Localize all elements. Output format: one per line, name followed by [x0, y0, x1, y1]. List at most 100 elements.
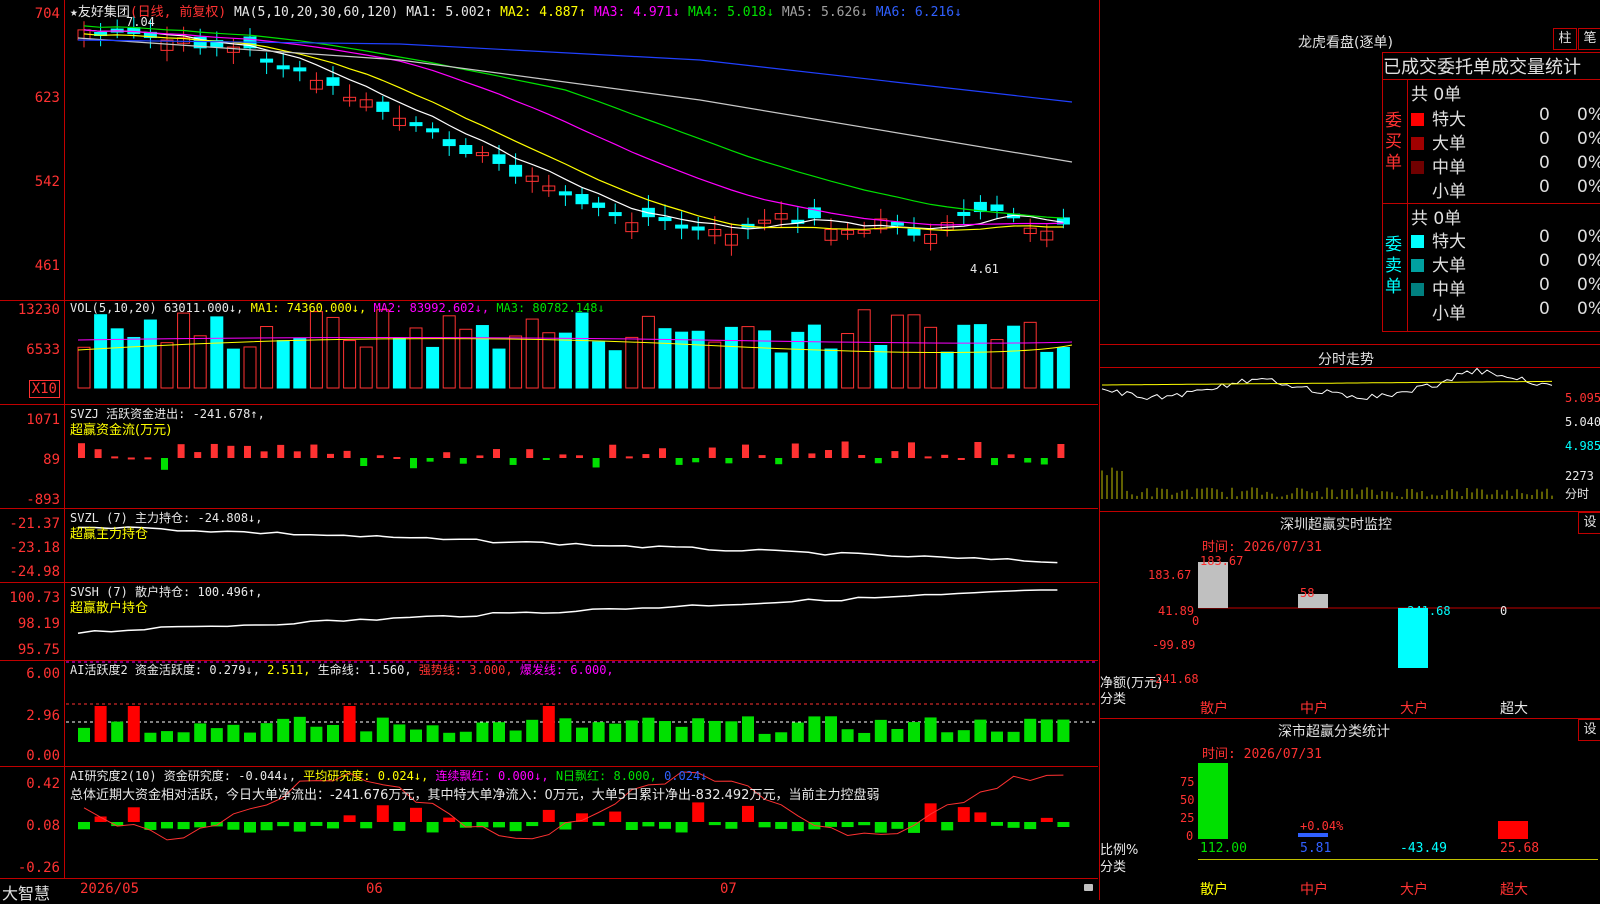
- research-bar: [78, 822, 90, 830]
- active-bar: [493, 722, 505, 742]
- volume-chart[interactable]: [0, 300, 1098, 404]
- intraday-chart[interactable]: [1100, 345, 1600, 511]
- active-bar: [692, 718, 705, 742]
- flow-bar: [443, 452, 451, 458]
- flow-bar: [360, 458, 368, 467]
- buy-row-color: [1411, 185, 1424, 198]
- buy-row-pct: 0%: [1577, 153, 1600, 173]
- svsh-pane[interactable]: 100.73 98.19 95.75 SVSH (7) 散户持仓: 100.49…: [0, 582, 1098, 661]
- ai-research-last: 0.024↓: [664, 769, 708, 783]
- flow-bar: [725, 458, 733, 464]
- research-bar: [310, 822, 323, 826]
- flow-bar: [94, 449, 102, 458]
- classify-panel[interactable]: 深市超赢分类统计 设 时间: 2026/07/31 75 50 25 0 比例%…: [1099, 719, 1600, 900]
- volume-bar: [94, 314, 108, 389]
- research-bar: [493, 822, 505, 828]
- volume-bar: [625, 336, 639, 389]
- flow-bar: [742, 444, 749, 458]
- flow-bar: [542, 458, 550, 460]
- candle-body: [409, 122, 423, 127]
- volume-bar: [326, 316, 340, 389]
- research-bar: [526, 822, 539, 827]
- volume-bar: [226, 348, 240, 389]
- flow-bar: [393, 456, 401, 459]
- active-bar: [210, 728, 223, 742]
- intraday-panel[interactable]: 分时走势 5.095 5.040 4.985 2273 分时: [1099, 345, 1600, 512]
- volume-header: VOL(5,10,20) 63011.000↓, MA1: 74360.000↓…: [70, 301, 605, 315]
- research-bar: [293, 822, 306, 832]
- sell-row-name: 特大: [1432, 232, 1466, 252]
- flow-bar: [974, 442, 982, 458]
- monitor-y-tick: 41.89: [1158, 604, 1195, 618]
- date-axis: 大智慧 2026/05 06 07: [0, 878, 1098, 903]
- sell-row[interactable]: 大单 0 0%: [1411, 251, 1600, 276]
- buy-row[interactable]: 大单 0 0%: [1411, 129, 1600, 154]
- ai-research-pane[interactable]: 0.42 0.08 -0.26 AI研究度2(10) 资金研究度: -0.044…: [0, 766, 1098, 879]
- intraday-vol-unit: 分时: [1565, 487, 1590, 501]
- buy-row[interactable]: 特大 0 0%: [1411, 105, 1600, 130]
- sell-row[interactable]: 中单 0 0%: [1411, 275, 1600, 300]
- classify-bar: [1498, 821, 1528, 839]
- flow-bar: [941, 454, 949, 458]
- candle-body: [957, 211, 971, 216]
- research-bar: [443, 817, 456, 822]
- classify-y-tick: 50: [1180, 793, 1195, 807]
- buy-row[interactable]: 小单 0 0%: [1411, 177, 1600, 202]
- sell-row[interactable]: 小单 0 0%: [1411, 299, 1600, 324]
- flow-bar: [476, 455, 484, 458]
- ma3-value: MA3: 4.971↓: [594, 5, 681, 20]
- tick-view-button[interactable]: 笔: [1578, 28, 1600, 50]
- candle-body: [890, 221, 904, 226]
- research-bar: [758, 822, 771, 828]
- kline-chart[interactable]: [0, 0, 1098, 300]
- ai-research-header: AI研究度2(10) 资金研究度: -0.044↓, 平均研究度: 0.024↓…: [70, 767, 707, 784]
- svzj-pane[interactable]: 1071 89 -893 SVZJ 活跃资金进出: -241.678↑, 超赢资…: [0, 404, 1098, 509]
- ai-active-pane[interactable]: 6.00 2.96 0.00 AI活跃度2 资金活跃度: 0.279↓, 2.5…: [0, 660, 1098, 767]
- sell-row-name: 中单: [1432, 280, 1466, 300]
- volume-bar: [940, 351, 954, 389]
- volume-bar: [525, 318, 539, 389]
- volume-bar: [641, 315, 655, 389]
- bar-view-button[interactable]: 柱: [1553, 28, 1577, 50]
- buy-row-name: 大单: [1432, 134, 1466, 154]
- research-bar: [343, 815, 356, 822]
- sell-row-count: 0: [1539, 251, 1550, 271]
- research-bar: [227, 822, 240, 830]
- research-bar: [874, 822, 887, 833]
- buy-row[interactable]: 中单 0 0%: [1411, 153, 1600, 178]
- volume-bar: [309, 311, 323, 389]
- research-bar: [725, 822, 738, 829]
- volume-bar: [127, 336, 141, 389]
- active-bar: [775, 732, 788, 742]
- svzl-pane[interactable]: -21.37 -23.18 -24.98 SVZL (7) 主力持仓: -24.…: [0, 508, 1098, 583]
- flow-bar: [957, 457, 965, 460]
- classify-chart[interactable]: [1100, 719, 1600, 900]
- volume-bar: [392, 337, 406, 389]
- classify-y-tick: 25: [1180, 811, 1195, 825]
- volume-pane[interactable]: 13230 6533 X10 VOL(5,10,20) 63011.000↓, …: [0, 300, 1098, 405]
- lock-icon[interactable]: [1084, 884, 1093, 891]
- candle-body: [691, 226, 705, 231]
- monitor-panel[interactable]: 深圳超赢实时监控 设 时间: 2026/07/31 183.67 41.89 0…: [1099, 512, 1600, 719]
- flow-bar: [210, 443, 218, 458]
- sell-row[interactable]: 特大 0 0%: [1411, 227, 1600, 252]
- volume-bar: [774, 352, 788, 389]
- flow-bar: [244, 445, 251, 458]
- volume-bar: [675, 331, 689, 389]
- research-bar: [360, 822, 373, 829]
- sell-row-color: [1411, 235, 1424, 248]
- active-bar: [244, 732, 256, 742]
- active-bar: [974, 719, 987, 742]
- volume-bar: [509, 335, 523, 389]
- favorite-star-icon[interactable]: ★: [70, 5, 78, 20]
- sell-row-color: [1411, 259, 1424, 272]
- volume-bar: [658, 328, 672, 389]
- kline-pane[interactable]: 704 623 542 461 ★友好集团(日线, 前复权) MA(5,10,2…: [0, 0, 1098, 301]
- research-bar: [625, 822, 638, 830]
- active-bar: [144, 732, 157, 742]
- sell-row-count: 0: [1539, 275, 1550, 295]
- active-bar: [791, 722, 804, 742]
- classify-category: 超大: [1500, 882, 1528, 898]
- flow-bar: [227, 445, 235, 458]
- active-bar: [78, 727, 90, 742]
